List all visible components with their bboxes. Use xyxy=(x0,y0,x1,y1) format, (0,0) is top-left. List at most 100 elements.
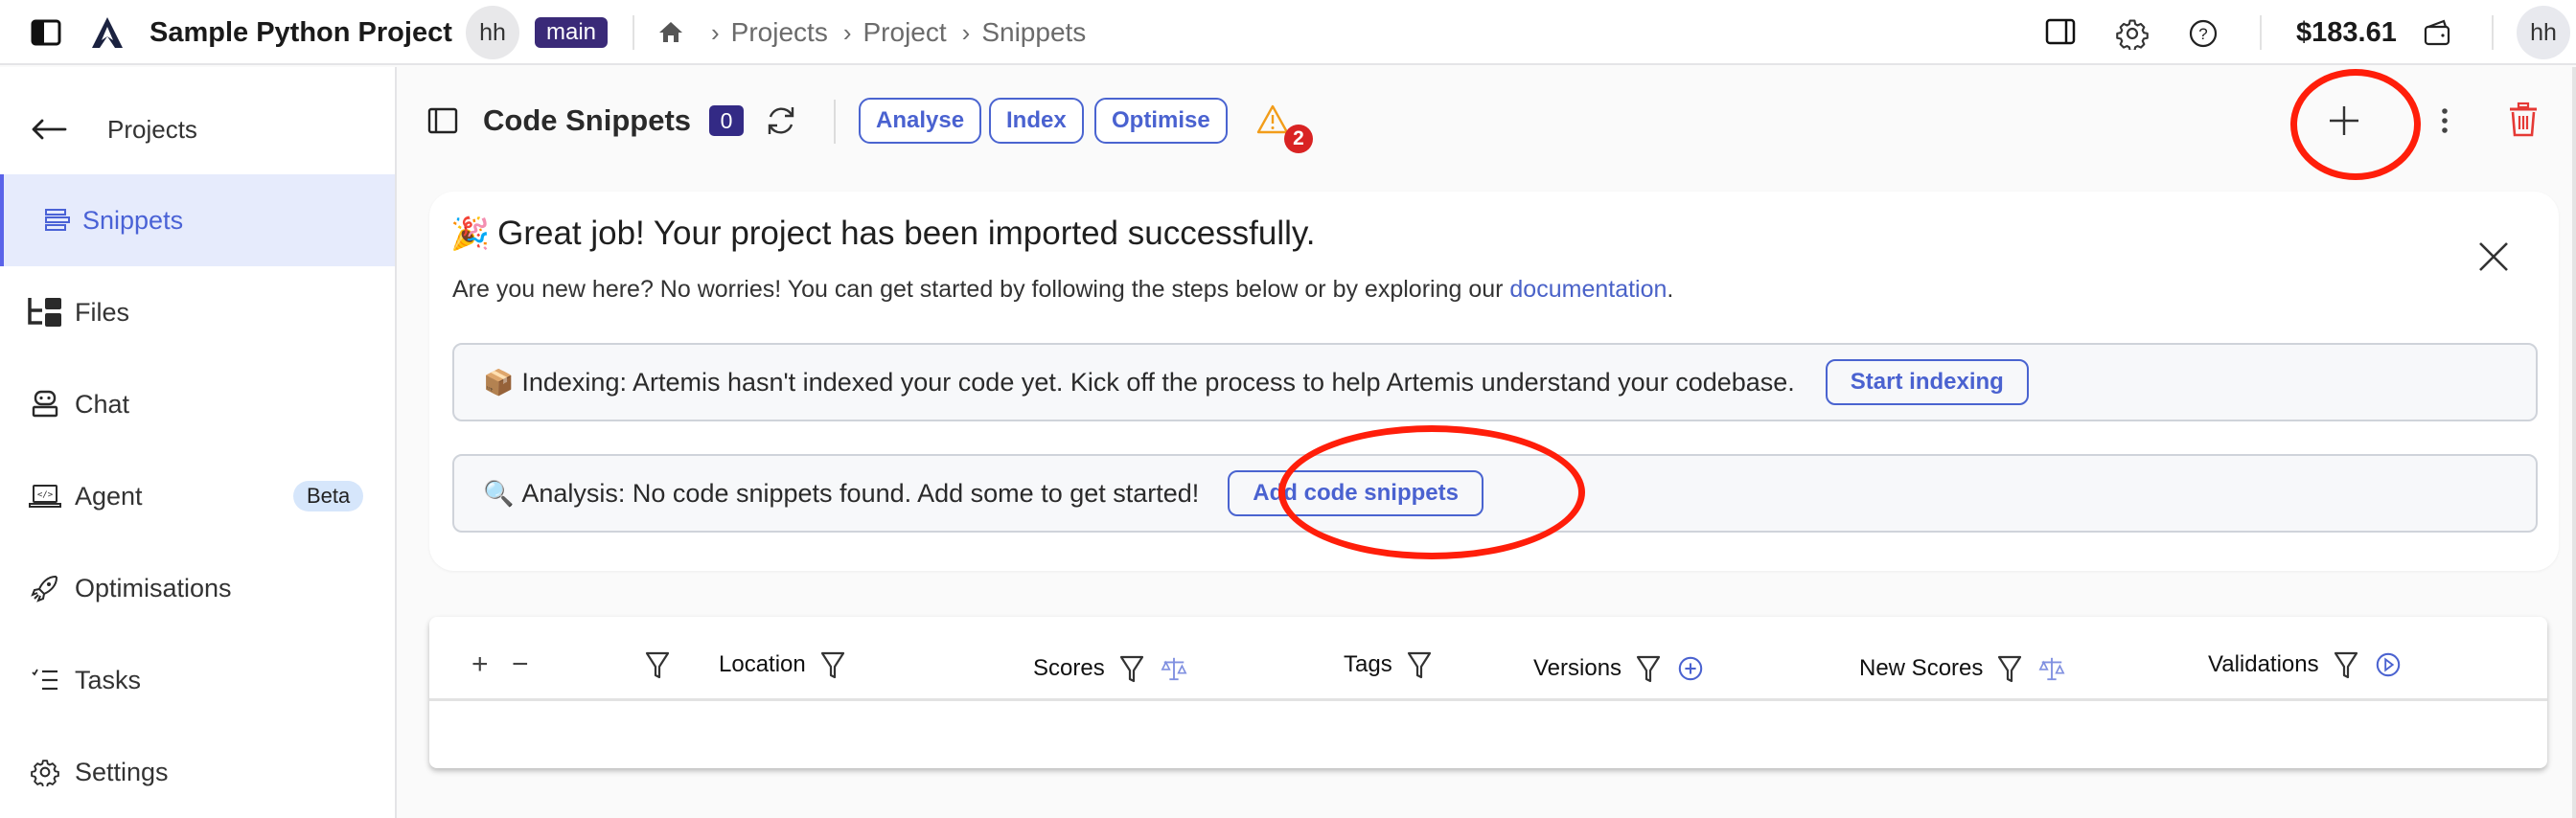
project-title: Sample Python Project xyxy=(150,16,452,48)
breadcrumb-project[interactable]: Project xyxy=(863,17,947,48)
sidebar-item-settings[interactable]: Settings xyxy=(0,726,395,818)
column-header-label: Tags xyxy=(1344,651,1392,677)
onboarding-card: 🎉 Great job! Your project has been impor… xyxy=(429,192,2559,571)
column-scores[interactable]: Scores xyxy=(1033,649,1187,688)
page-header: Code Snippets 0 Analyse Index Optimise 2 xyxy=(399,67,2576,178)
sidebar-item-label: Optimisations xyxy=(75,573,232,602)
sidebar-item-agent[interactable]: </> Agent Beta xyxy=(0,450,395,542)
indexing-step: 📦 Indexing: Artemis hasn't indexed your … xyxy=(452,343,2538,421)
column-header-label: Versions xyxy=(1533,655,1622,681)
onboarding-title-text: Great job! Your project has been importe… xyxy=(497,215,1316,252)
sidebar-item-label: Snippets xyxy=(82,205,184,235)
svg-text:?: ? xyxy=(2198,25,2207,43)
party-popper-icon: 🎉 xyxy=(450,215,491,251)
chevron-right-icon: › xyxy=(842,17,852,47)
divider xyxy=(632,15,634,50)
page-title: Code Snippets xyxy=(483,103,692,137)
analyse-button[interactable]: Analyse xyxy=(859,98,982,144)
back-to-projects[interactable]: Projects xyxy=(31,105,197,153)
delete-icon[interactable] xyxy=(2507,102,2540,138)
subtitle-suffix: . xyxy=(1667,276,1674,303)
gear-icon[interactable] xyxy=(2116,17,2149,50)
refresh-icon[interactable] xyxy=(765,103,797,138)
filter-icon[interactable] xyxy=(1118,654,1145,683)
indexing-step-text: Indexing: Artemis hasn't indexed your co… xyxy=(521,367,1795,397)
filter-icon[interactable] xyxy=(1996,654,2023,683)
app-logo[interactable] xyxy=(88,15,126,50)
plus-icon xyxy=(2330,106,2358,135)
column-tags[interactable]: Tags xyxy=(1344,646,1433,684)
beta-badge: Beta xyxy=(293,481,364,511)
sidebar-item-optimisations[interactable]: Optimisations xyxy=(0,542,395,634)
sidebar-item-chat[interactable]: Chat xyxy=(0,358,395,450)
scrollbar[interactable] xyxy=(2572,67,2576,818)
user-avatar[interactable]: hh xyxy=(466,6,519,59)
panel-icon[interactable] xyxy=(2045,17,2076,46)
close-icon[interactable] xyxy=(2476,239,2511,274)
table-header: + − Location Scores Tags Versions New Sc… xyxy=(429,617,2547,701)
add-version-icon[interactable] xyxy=(1677,654,1704,683)
filter-icon[interactable] xyxy=(644,650,671,679)
subtitle-text: Are you new here? No worries! You can ge… xyxy=(452,276,1510,303)
column-header-label: Scores xyxy=(1033,655,1105,681)
sidebar-item-files[interactable]: Files xyxy=(0,266,395,358)
filter-icon[interactable] xyxy=(2333,650,2359,679)
balance-amount: $183.61 xyxy=(2296,16,2397,48)
column-header-label: Location xyxy=(719,651,806,677)
optimise-button[interactable]: Optimise xyxy=(1094,98,1228,144)
column-filter-general[interactable] xyxy=(631,646,671,684)
column-location[interactable]: Location xyxy=(719,646,846,684)
breadcrumb-snippets[interactable]: Snippets xyxy=(981,17,1086,48)
analysis-step-text: Analysis: No code snippets found. Add so… xyxy=(521,478,1200,508)
more-options-icon[interactable] xyxy=(2438,102,2451,140)
start-indexing-button[interactable]: Start indexing xyxy=(1825,359,2029,405)
warning-icon[interactable] xyxy=(1255,103,1290,136)
breadcrumb-projects[interactable]: Projects xyxy=(731,17,828,48)
help-icon[interactable]: ? xyxy=(2189,19,2218,48)
sidebar-item-label: Files xyxy=(75,297,130,327)
column-new-scores[interactable]: New Scores xyxy=(1859,649,2065,688)
breadcrumb: › Projects › Project › Snippets xyxy=(696,13,1086,52)
sidebar-item-label: Settings xyxy=(75,757,169,786)
column-header-label: Validations xyxy=(2208,651,2319,677)
column-validations[interactable]: Validations xyxy=(2208,646,2402,684)
magnifier-icon: 🔍 xyxy=(483,478,515,508)
documentation-link[interactable]: documentation xyxy=(1509,276,1667,303)
snippet-count-badge: 0 xyxy=(709,105,744,136)
onboarding-subtitle: Are you new here? No worries! You can ge… xyxy=(452,276,1673,304)
settings-icon xyxy=(27,755,63,789)
column-versions[interactable]: Versions xyxy=(1533,649,1704,688)
files-icon xyxy=(27,295,63,329)
chevron-right-icon: › xyxy=(711,17,720,47)
expand-all-button[interactable]: + xyxy=(472,646,489,684)
snippets-icon xyxy=(38,203,75,238)
scale-icon[interactable] xyxy=(1161,654,1187,683)
run-validation-icon[interactable] xyxy=(2375,650,2402,679)
filter-icon[interactable] xyxy=(819,650,846,679)
user-menu-avatar[interactable]: hh xyxy=(2517,6,2570,59)
scale-icon[interactable] xyxy=(2038,654,2065,683)
filter-icon[interactable] xyxy=(1406,650,1433,679)
arrow-left-icon xyxy=(32,119,67,140)
home-icon[interactable] xyxy=(657,19,684,44)
wallet-icon[interactable] xyxy=(2423,17,2451,48)
divider xyxy=(834,100,836,144)
filter-icon[interactable] xyxy=(1635,654,1662,683)
sidebar-item-snippets[interactable]: Snippets xyxy=(0,174,395,266)
add-code-snippets-button[interactable]: Add code snippets xyxy=(1228,470,1484,516)
table-body-empty xyxy=(429,704,2547,768)
divider xyxy=(2260,15,2262,50)
collapse-all-button[interactable]: − xyxy=(512,646,529,684)
sidebar-item-tasks[interactable]: Tasks xyxy=(0,634,395,726)
panel-left-icon[interactable] xyxy=(427,107,458,134)
add-snippet-button[interactable] xyxy=(2325,102,2363,140)
warning-count-badge: 2 xyxy=(1284,125,1313,153)
sidebar-toggle-icon[interactable] xyxy=(31,19,61,46)
branch-badge[interactable]: main xyxy=(535,17,609,48)
back-label: Projects xyxy=(107,114,197,144)
index-button[interactable]: Index xyxy=(989,98,1084,144)
snippets-table: + − Location Scores Tags Versions New Sc… xyxy=(429,617,2547,768)
sidebar-item-label: Tasks xyxy=(75,665,142,694)
sidebar-item-label: Chat xyxy=(75,389,130,419)
divider xyxy=(2492,15,2494,50)
